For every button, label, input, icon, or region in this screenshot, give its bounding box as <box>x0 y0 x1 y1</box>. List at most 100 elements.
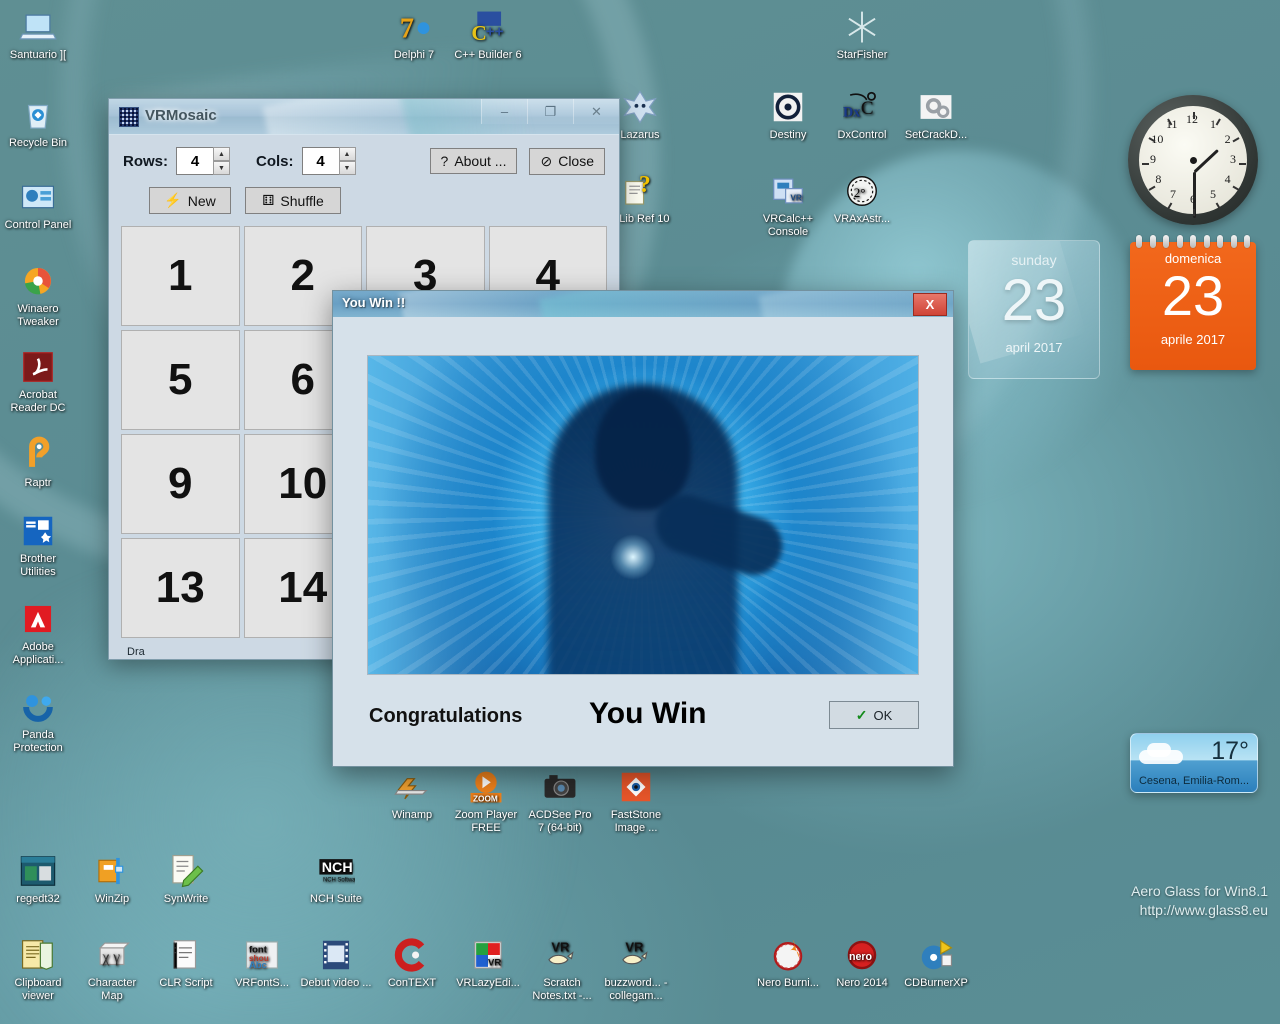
clock-face: 121234567891011 <box>1139 106 1247 214</box>
desktop-icon-context[interactable]: ConTEXT <box>376 936 448 990</box>
setcrackd-icon <box>917 88 955 126</box>
desktop-icon-debut-video[interactable]: Debut video ... <box>300 936 372 990</box>
desktop-icon-faststone-image[interactable]: FastStone Image ... <box>600 768 672 835</box>
scratch-notes-icon: VR <box>543 936 581 974</box>
shuffle-button[interactable]: ⚅ Shuffle <box>245 187 341 214</box>
desktop-icon-character-map[interactable]: χγCharacter Map <box>76 936 148 1003</box>
calendar-ring <box>1190 235 1196 248</box>
winzip-icon <box>93 852 131 890</box>
desktop-icon-vrfonts[interactable]: fontshouAbcVRFontS... <box>226 936 298 990</box>
rows-stepper[interactable]: ▲ ▼ <box>176 147 230 175</box>
desktop-icon-delphi-7[interactable]: 7Delphi 7 <box>378 8 450 62</box>
desktop-icon-label: ACDSee Pro 7 (64-bit) <box>524 809 596 835</box>
clock-tick <box>1148 186 1155 191</box>
mosaic-tile[interactable]: 9 <box>121 434 240 534</box>
desktop-icon-dxcontrol[interactable]: DxCDxControl <box>826 88 898 142</box>
desktop-icon-starfisher[interactable]: StarFisher <box>826 8 898 62</box>
desktop-icon-cdburnerxp[interactable]: CDBurnerXP <box>900 936 972 990</box>
mosaic-tile[interactable]: 13 <box>121 538 240 638</box>
rows-input[interactable] <box>176 147 213 175</box>
clock-numeral: 5 <box>1210 187 1216 202</box>
desktop-icon-nero-2014[interactable]: neroNero 2014 <box>826 936 898 990</box>
desktop-icon-vrcalc-console[interactable]: VRVRCalc++ Console <box>752 172 824 239</box>
mosaic-tile[interactable]: 1 <box>121 226 240 326</box>
svg-text:nero: nero <box>849 951 873 963</box>
clock-numeral: 4 <box>1225 172 1231 187</box>
calendar-it-month-year: aprile 2017 <box>1130 332 1256 347</box>
desktop-icon-winaero-tweaker[interactable]: Winaero Tweaker <box>2 262 74 329</box>
about-button[interactable]: ? About ... <box>430 148 518 174</box>
desktop-icon-nch-suite[interactable]: NCHNCH SoftwareNCH Suite <box>300 852 372 906</box>
nero-2014-icon: nero <box>843 936 881 974</box>
you-win-dialog[interactable]: You Win !! X Congratulations You Win ✓ O… <box>332 290 954 767</box>
desktop-icon-label: NCH Suite <box>300 893 372 906</box>
cols-stepper-up-icon[interactable]: ▲ <box>339 147 356 161</box>
desktop-icon-recycle-bin[interactable]: Recycle Bin <box>2 96 74 150</box>
check-icon: ✓ <box>856 707 868 724</box>
desktop-icon-setcrackd[interactable]: SetCrackD... <box>900 88 972 142</box>
cols-stepper[interactable]: ▲ ▼ <box>302 147 356 175</box>
brother-utilities-icon <box>19 512 57 550</box>
context-icon <box>393 936 431 974</box>
desktop-icon-control-panel[interactable]: Control Panel <box>2 178 74 232</box>
synwrite-icon <box>167 852 205 890</box>
control-panel-icon <box>19 178 57 216</box>
destiny-icon <box>769 88 807 126</box>
desktop-icon-label: Recycle Bin <box>2 137 74 150</box>
regedt32-icon <box>19 852 57 890</box>
svg-text:χ: χ <box>102 949 110 966</box>
desktop-icon-scratch-notes[interactable]: VRScratch Notes.txt -... <box>526 936 598 1003</box>
you-win-close-button[interactable]: X <box>913 293 947 316</box>
rows-stepper-up-icon[interactable]: ▲ <box>213 147 230 161</box>
desktop-icon-zoom-player-free[interactable]: ZOOMZoom Player FREE <box>450 768 522 835</box>
cols-stepper-down-icon[interactable]: ▼ <box>339 161 356 175</box>
rows-stepper-arrows[interactable]: ▲ ▼ <box>213 147 230 175</box>
acdsee-pro-7-icon <box>541 768 579 806</box>
desktop-icon-acrobat-reader-dc[interactable]: Acrobat Reader DC <box>2 348 74 415</box>
rows-stepper-down-icon[interactable]: ▼ <box>213 161 230 175</box>
debut-video-icon <box>317 936 355 974</box>
desktop-icon-nero-burning[interactable]: Nero Burni... <box>752 936 824 990</box>
calendar-ring <box>1136 235 1142 248</box>
desktop-icon-acdsee-pro-7[interactable]: ACDSee Pro 7 (64-bit) <box>524 768 596 835</box>
desktop-icon-label: Debut video ... <box>300 977 372 990</box>
desktop-icon-adobe-application[interactable]: Adobe Applicati... <box>2 600 74 667</box>
svg-text:Abc: Abc <box>249 960 267 971</box>
faststone-image-icon <box>617 768 655 806</box>
desktop-icon-panda-protection[interactable]: Panda Protection <box>2 688 74 755</box>
minimize-button[interactable]: – <box>481 99 527 124</box>
buzzword-collegam-icon: VR <box>617 936 655 974</box>
desktop-icon-clr-script[interactable]: CLR Script <box>150 936 222 990</box>
clock-tick <box>1232 137 1239 142</box>
desktop-icon-winamp[interactable]: Winamp <box>376 768 448 822</box>
desktop-icon-vrlazyedit[interactable]: VRVRLazyEdi... <box>452 936 524 990</box>
ok-button[interactable]: ✓ OK <box>829 701 919 729</box>
desktop-icon-brother-utilities[interactable]: Brother Utilities <box>2 512 74 579</box>
maximize-button[interactable]: ❐ <box>527 99 573 124</box>
cols-stepper-arrows[interactable]: ▲ ▼ <box>339 147 356 175</box>
mosaic-tile[interactable]: 5 <box>121 330 240 430</box>
desktop-icon-destiny[interactable]: Destiny <box>752 88 824 142</box>
new-button[interactable]: ⚡ New <box>149 187 231 214</box>
desktop-icon-clipboard-viewer[interactable]: Clipboard viewer <box>2 936 74 1003</box>
calendar-en-month-year: april 2017 <box>969 340 1099 355</box>
desktop-icon-synwrite[interactable]: SynWrite <box>150 852 222 906</box>
close-app-button[interactable]: ⊘ Close <box>529 148 605 175</box>
desktop-icon-vraxastr[interactable]: 2°VRAxAstr... <box>826 172 898 226</box>
adobe-application-icon <box>19 600 57 638</box>
cols-input[interactable] <box>302 147 339 175</box>
desktop-icon-cpp-builder-6[interactable]: C++C++ Builder 6 <box>452 8 524 62</box>
about-button-label: About ... <box>454 153 506 169</box>
desktop-icon-raptr[interactable]: Raptr <box>2 436 74 490</box>
desktop-icon-santuario[interactable]: Santuario ][ <box>2 8 74 62</box>
desktop-icon-buzzword-collegam[interactable]: VRbuzzword... - collegam... <box>600 936 672 1003</box>
desktop-icon-label: Clipboard viewer <box>2 977 74 1003</box>
you-win-titlebar[interactable]: You Win !! X <box>333 291 953 317</box>
vrmosaic-titlebar[interactable]: VRMosaic – ❐ ✕ <box>109 99 619 135</box>
starfisher-icon <box>843 8 881 46</box>
desktop-icon-label: Delphi 7 <box>378 49 450 62</box>
desktop-icon-winzip[interactable]: WinZip <box>76 852 148 906</box>
desktop-icon-regedt32[interactable]: regedt32 <box>2 852 74 906</box>
close-button[interactable]: ✕ <box>573 99 619 124</box>
calendar-ring <box>1231 235 1237 248</box>
